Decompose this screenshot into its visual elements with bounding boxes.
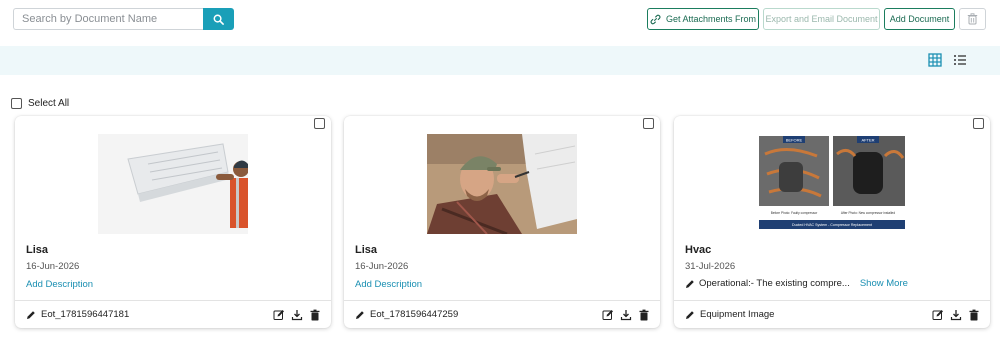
delete-button[interactable] bbox=[959, 8, 986, 30]
show-more-link[interactable]: Show More bbox=[860, 278, 908, 289]
description-text: Operational:- The existing compre... bbox=[699, 278, 850, 289]
file-name: Eot_1781596447259 bbox=[370, 309, 459, 320]
image-banner: Ducted HVAC System - Compressor Replacem… bbox=[792, 223, 872, 227]
add-document-label: Add Document bbox=[889, 14, 950, 24]
download-icon[interactable] bbox=[291, 308, 303, 321]
file-name: Eot_1781596447181 bbox=[41, 309, 130, 320]
search-input[interactable] bbox=[13, 8, 203, 30]
edit-icon[interactable] bbox=[932, 308, 944, 320]
document-title: Lisa bbox=[26, 244, 49, 256]
search-button[interactable] bbox=[203, 8, 234, 30]
document-date: 31-Jul-2026 bbox=[685, 261, 736, 272]
add-document-button[interactable]: Add Document bbox=[884, 8, 955, 30]
add-description-link[interactable]: Add Description bbox=[355, 279, 422, 290]
delete-icon[interactable] bbox=[638, 308, 650, 321]
delete-icon[interactable] bbox=[309, 308, 321, 321]
trash-icon bbox=[967, 13, 978, 25]
card-footer: Eot_1781596447181 bbox=[15, 300, 331, 328]
download-icon[interactable] bbox=[950, 308, 962, 321]
edit-icon[interactable] bbox=[602, 308, 614, 320]
grid-view-icon[interactable] bbox=[928, 53, 942, 67]
top-toolbar: Get Attachments From Export and Email Do… bbox=[0, 0, 1000, 44]
document-title: Hvac bbox=[685, 244, 712, 256]
view-mode-bar bbox=[0, 46, 1000, 75]
delete-icon[interactable] bbox=[968, 308, 980, 321]
file-name-row: Eot_1781596447259 bbox=[355, 309, 458, 320]
add-description-link[interactable]: Add Description bbox=[26, 279, 93, 290]
search-icon bbox=[213, 14, 224, 25]
card-checkbox[interactable] bbox=[973, 118, 984, 129]
edit-icon[interactable] bbox=[273, 308, 285, 320]
document-date: 16-Jun-2026 bbox=[26, 261, 80, 272]
hvac-before-after-photo: BEFORE AFTER Before Photo: Faulty compre… bbox=[757, 134, 907, 234]
select-all-label: Select All bbox=[28, 98, 70, 109]
before-caption: Before Photo: Faulty compressor bbox=[771, 211, 819, 215]
pencil-icon bbox=[27, 310, 35, 319]
file-name-row: Eot_1781596447181 bbox=[26, 309, 129, 320]
file-name-row: Equipment Image bbox=[685, 309, 774, 320]
card-checkbox[interactable] bbox=[314, 118, 325, 129]
card-checkbox[interactable] bbox=[643, 118, 654, 129]
ac-technician-photo bbox=[98, 134, 248, 234]
get-attachments-button[interactable]: Get Attachments From bbox=[647, 8, 759, 30]
document-thumbnail[interactable]: BEFORE AFTER Before Photo: Faulty compre… bbox=[757, 134, 907, 234]
pencil-icon[interactable] bbox=[685, 279, 695, 289]
description-row: Operational:- The existing compre... Sho… bbox=[685, 278, 908, 289]
document-date: 16-Jun-2026 bbox=[355, 261, 409, 272]
document-thumbnail[interactable] bbox=[98, 134, 248, 234]
select-all-checkbox[interactable] bbox=[11, 98, 22, 109]
after-tag: AFTER bbox=[861, 138, 874, 143]
document-thumbnail[interactable] bbox=[427, 134, 577, 234]
card-footer: Eot_1781596447259 bbox=[344, 300, 660, 328]
pencil-icon bbox=[356, 310, 364, 319]
list-view-icon[interactable] bbox=[953, 53, 967, 67]
before-tag: BEFORE bbox=[786, 138, 803, 143]
export-email-button[interactable]: Export and Email Document bbox=[763, 8, 880, 30]
document-title: Lisa bbox=[355, 244, 378, 256]
after-caption: After Photo: New compressor installed bbox=[841, 211, 895, 215]
card-footer: Equipment Image bbox=[674, 300, 990, 328]
export-email-label: Export and Email Document bbox=[765, 14, 878, 24]
document-card[interactable]: Lisa 16-Jun-2026 Add Description Eot_178… bbox=[344, 116, 660, 328]
link-icon bbox=[650, 14, 661, 24]
select-all[interactable]: Select All bbox=[11, 98, 69, 109]
document-card[interactable]: Lisa 16-Jun-2026 Add Description Eot_178… bbox=[15, 116, 331, 328]
technician-photo bbox=[427, 134, 577, 234]
file-name: Equipment Image bbox=[700, 309, 775, 320]
download-icon[interactable] bbox=[620, 308, 632, 321]
get-attachments-label: Get Attachments From bbox=[665, 14, 757, 24]
pencil-icon bbox=[686, 310, 694, 319]
document-card[interactable]: BEFORE AFTER Before Photo: Faulty compre… bbox=[674, 116, 990, 328]
